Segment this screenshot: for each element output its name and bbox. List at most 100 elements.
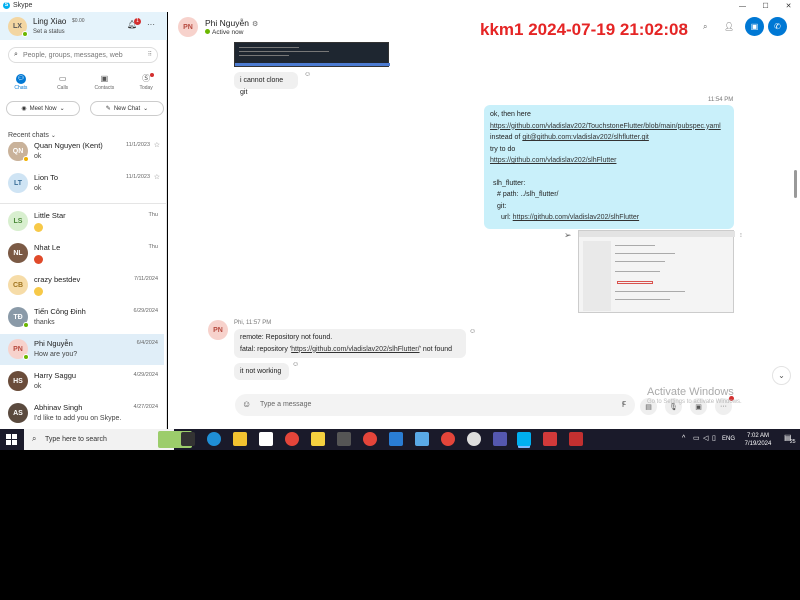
chrome-icon[interactable]	[285, 432, 299, 446]
slack-icon[interactable]	[467, 432, 481, 446]
contact-status-text: Active now	[212, 29, 244, 36]
chat-preview: ok	[34, 185, 42, 192]
list-item-selected[interactable]: PN Phi Nguyễn How are you? 6/4/2024	[0, 334, 164, 365]
format-text-icon[interactable]: Ꞙ	[622, 399, 626, 410]
task-view-icon[interactable]	[181, 432, 195, 446]
edge-icon[interactable]	[207, 432, 221, 446]
volume-icon[interactable]: ◁	[703, 434, 708, 442]
chat-name: Tiến Công Đinh	[34, 307, 86, 316]
chat-name: Harry Saggu	[34, 371, 77, 380]
more-options-icon[interactable]: ⁝	[740, 232, 742, 239]
chrome-icon[interactable]	[363, 432, 377, 446]
list-item[interactable]: LT Lion To ok 11/1/2023 ☆	[0, 168, 164, 199]
message-bubble[interactable]: remote: Repository not found. fatal: rep…	[234, 329, 466, 358]
search-input[interactable]: People, groups, messages, web	[23, 52, 123, 59]
list-item[interactable]: AS Abhinav Singh I'd like to add you on …	[0, 398, 164, 429]
chat-name: Nhat Le	[34, 243, 61, 252]
contact-name[interactable]: Phi Nguyễn ⚙	[205, 18, 258, 28]
windows-taskbar: ⌕ Type here to search ^ ▭ ◁ ▯ ENG 7:02 A…	[0, 429, 800, 450]
react-emoji-icon[interactable]: ☺	[469, 328, 476, 335]
list-item[interactable]: LS Little Star Thu	[0, 206, 164, 237]
chat-icon: 💬︎	[15, 74, 26, 84]
teams-icon[interactable]	[493, 432, 507, 446]
react-emoji-icon[interactable]: ☺	[304, 71, 311, 78]
message-link[interactable]: https://github.com/vladislav202/slhFlutt…	[490, 157, 616, 164]
message-bubble-outgoing[interactable]: ok, then here https://github.com/vladisl…	[484, 105, 734, 229]
list-item[interactable]: NL Nhat Le Thu	[0, 238, 164, 269]
language-indicator[interactable]: ENG	[722, 436, 735, 442]
recent-chats-dropdown[interactable]: Recent chats ⌄	[8, 132, 56, 139]
sticky-notes-icon[interactable]	[311, 432, 325, 446]
contact-avatar[interactable]: PN	[178, 17, 198, 37]
favorite-star-icon[interactable]: ☆	[154, 173, 160, 181]
anydesk-icon[interactable]	[543, 432, 557, 446]
tab-today[interactable]: Ⓢ Today	[131, 72, 161, 96]
taskbar-search[interactable]: ⌕ Type here to search	[24, 429, 192, 450]
emoji-picker-icon[interactable]: ☺	[242, 399, 251, 409]
chat-date: 7/11/2024	[133, 276, 158, 282]
message-composer[interactable]: ☺ Type a message Ꞙ	[235, 394, 635, 416]
message-bubble[interactable]: it not working	[234, 363, 289, 380]
battery-icon[interactable]: ▯	[712, 434, 716, 442]
settings-gear-icon[interactable]	[337, 432, 351, 446]
chat-name: crazy bestdev	[34, 275, 81, 284]
minimize-button[interactable]: —	[731, 0, 754, 12]
divider	[0, 203, 167, 204]
sender-avatar[interactable]: PN	[208, 320, 228, 340]
audio-call-button[interactable]: ✆	[768, 17, 787, 36]
add-people-icon[interactable]: 👤︎	[724, 22, 734, 31]
message-link[interactable]: https://github.com/vladislav202/slhFlutt…	[291, 346, 419, 353]
video-call-button[interactable]: ▣	[745, 17, 764, 36]
search-box[interactable]: ⌕ People, groups, messages, web ⠿	[8, 47, 158, 63]
tab-contacts[interactable]: ▣ Contacts	[89, 72, 119, 96]
network-icon[interactable]: ▭	[693, 434, 700, 442]
maximize-button[interactable]: ☐	[754, 0, 777, 12]
vscode-icon[interactable]	[389, 432, 403, 446]
scrollbar[interactable]	[794, 170, 797, 198]
windows-start-icon[interactable]	[6, 434, 17, 445]
file-explorer-icon[interactable]	[233, 432, 247, 446]
remote-desktop-icon[interactable]	[415, 432, 429, 446]
profile-status[interactable]: Set a status	[33, 29, 65, 35]
list-item[interactable]: TĐ Tiến Công Đinh thanks 6/29/2024	[0, 302, 164, 333]
message-bubble[interactable]: i cannot clone git	[234, 72, 298, 96]
message-input[interactable]: Type a message	[260, 401, 311, 408]
skype-credit[interactable]: $0.00	[72, 18, 85, 24]
store-icon[interactable]	[259, 432, 273, 446]
chevron-up-icon[interactable]: ^	[682, 435, 685, 442]
chat-list: QN Quan Nguyen (Kent) ok 11/1/2023 ☆ LT …	[0, 142, 167, 430]
meet-now-button[interactable]: ◉ Meet Now ⌄	[6, 101, 80, 116]
notification-count: 25	[790, 439, 796, 445]
list-item[interactable]: HS Harry Saggu ok 4/29/2024	[0, 366, 164, 397]
tab-chats[interactable]: 💬︎ Chats	[6, 72, 36, 96]
message-link[interactable]: https://github.com/vladislav202/Touchsto…	[490, 123, 721, 130]
list-item[interactable]: CB crazy bestdev 7/11/2024	[0, 270, 164, 301]
chat-preview	[34, 255, 43, 264]
activate-windows-subtitle: Go to Settings to activate Windows.	[647, 399, 742, 405]
chat-name: Phi Nguyễn	[34, 339, 73, 348]
search-icon: ⌕	[14, 51, 18, 58]
skype-icon[interactable]	[517, 432, 531, 446]
screenshot-thumbnail[interactable]	[578, 230, 735, 313]
list-item[interactable]: QN Quan Nguyen (Kent) ok 11/1/2023 ☆	[0, 142, 164, 167]
more-options-icon[interactable]: ···	[147, 20, 155, 29]
profile-name[interactable]: Ling Xiao	[33, 17, 66, 26]
find-icon[interactable]: ⌕	[703, 22, 707, 32]
chrome-icon[interactable]	[441, 432, 455, 446]
react-emoji-icon[interactable]: ☺	[292, 361, 299, 368]
gear-icon[interactable]: ⚙	[252, 21, 258, 28]
taskbar-clock[interactable]: 7:02 AM 7/19/2024	[743, 432, 773, 448]
scroll-to-bottom-button[interactable]: ⌄	[772, 366, 791, 385]
screenshot-thumbnail[interactable]	[234, 42, 390, 67]
forward-icon[interactable]: ➢	[564, 230, 572, 241]
close-button[interactable]: ✕	[777, 0, 800, 12]
tab-calls[interactable]: ▭ Calls	[48, 72, 78, 96]
app-icon[interactable]	[569, 432, 583, 446]
emoji-icon	[34, 287, 43, 296]
new-chat-button[interactable]: ✎ New Chat ⌄	[90, 101, 164, 116]
message-link[interactable]: https://github.com/vladislav202/slhFlutt…	[513, 214, 639, 221]
message-link[interactable]: git@github.com:vladislav202/slhflutter.g…	[522, 134, 649, 141]
favorite-star-icon[interactable]: ☆	[154, 142, 160, 149]
dialpad-icon[interactable]: ⠿	[148, 51, 152, 58]
taskbar-search-input[interactable]: Type here to search	[45, 436, 107, 443]
